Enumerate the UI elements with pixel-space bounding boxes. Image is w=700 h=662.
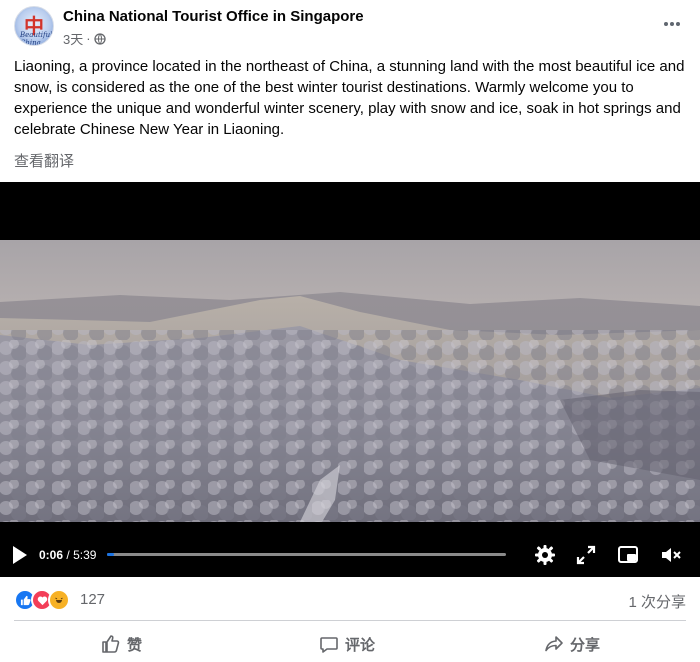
more-icon bbox=[664, 22, 680, 26]
reactions-bar: 127 1 次分享 bbox=[14, 588, 686, 612]
share-count[interactable]: 1 次分享 bbox=[628, 591, 686, 612]
fullscreen-icon[interactable] bbox=[575, 544, 597, 566]
like-label: 赞 bbox=[127, 636, 143, 654]
more-options-button[interactable] bbox=[658, 10, 686, 38]
reaction-icons[interactable] bbox=[14, 589, 70, 611]
comment-label: 评论 bbox=[345, 636, 376, 654]
duration: 5:39 bbox=[73, 548, 97, 562]
video-time: 0:06 / 5:39 bbox=[39, 548, 96, 562]
haha-icon bbox=[48, 589, 70, 611]
comment-icon bbox=[320, 637, 338, 653]
action-divider bbox=[14, 620, 686, 621]
page-avatar[interactable]: 中国 Beautiful China bbox=[14, 6, 54, 46]
globe-icon bbox=[93, 32, 106, 45]
page-name-link[interactable]: China National Tourist Office in Singapo… bbox=[63, 8, 364, 25]
comment-button[interactable]: 评论 bbox=[319, 630, 375, 658]
post-timestamp[interactable]: 3天 bbox=[63, 29, 83, 48]
reaction-count[interactable]: 127 bbox=[80, 591, 105, 608]
post-header: 中国 Beautiful China China National Touris… bbox=[14, 6, 686, 48]
share-icon bbox=[545, 636, 563, 652]
video-player[interactable] bbox=[0, 182, 700, 577]
video-progress-bar[interactable] bbox=[107, 553, 506, 556]
video-progress-fill bbox=[107, 553, 115, 556]
share-button[interactable]: 分享 bbox=[544, 630, 600, 658]
share-label: 分享 bbox=[570, 636, 601, 654]
video-frame bbox=[0, 240, 700, 522]
play-button[interactable] bbox=[10, 544, 30, 566]
meta-separator: · bbox=[86, 31, 91, 46]
post-text: Liaoning, a province located in the nort… bbox=[14, 58, 685, 138]
settings-icon[interactable] bbox=[534, 544, 556, 566]
current-time: 0:06 bbox=[39, 548, 64, 562]
picture-in-picture-icon[interactable] bbox=[617, 544, 639, 566]
post-meta: 3天 · bbox=[63, 29, 106, 48]
see-translation-link[interactable]: 查看翻译 bbox=[14, 150, 74, 171]
time-divider: / bbox=[66, 548, 70, 562]
like-button[interactable]: 赞 bbox=[101, 630, 142, 658]
mute-icon[interactable] bbox=[660, 544, 682, 566]
thumbs-up-icon bbox=[102, 635, 120, 653]
avatar-logo-script: Beautiful China bbox=[20, 31, 53, 46]
